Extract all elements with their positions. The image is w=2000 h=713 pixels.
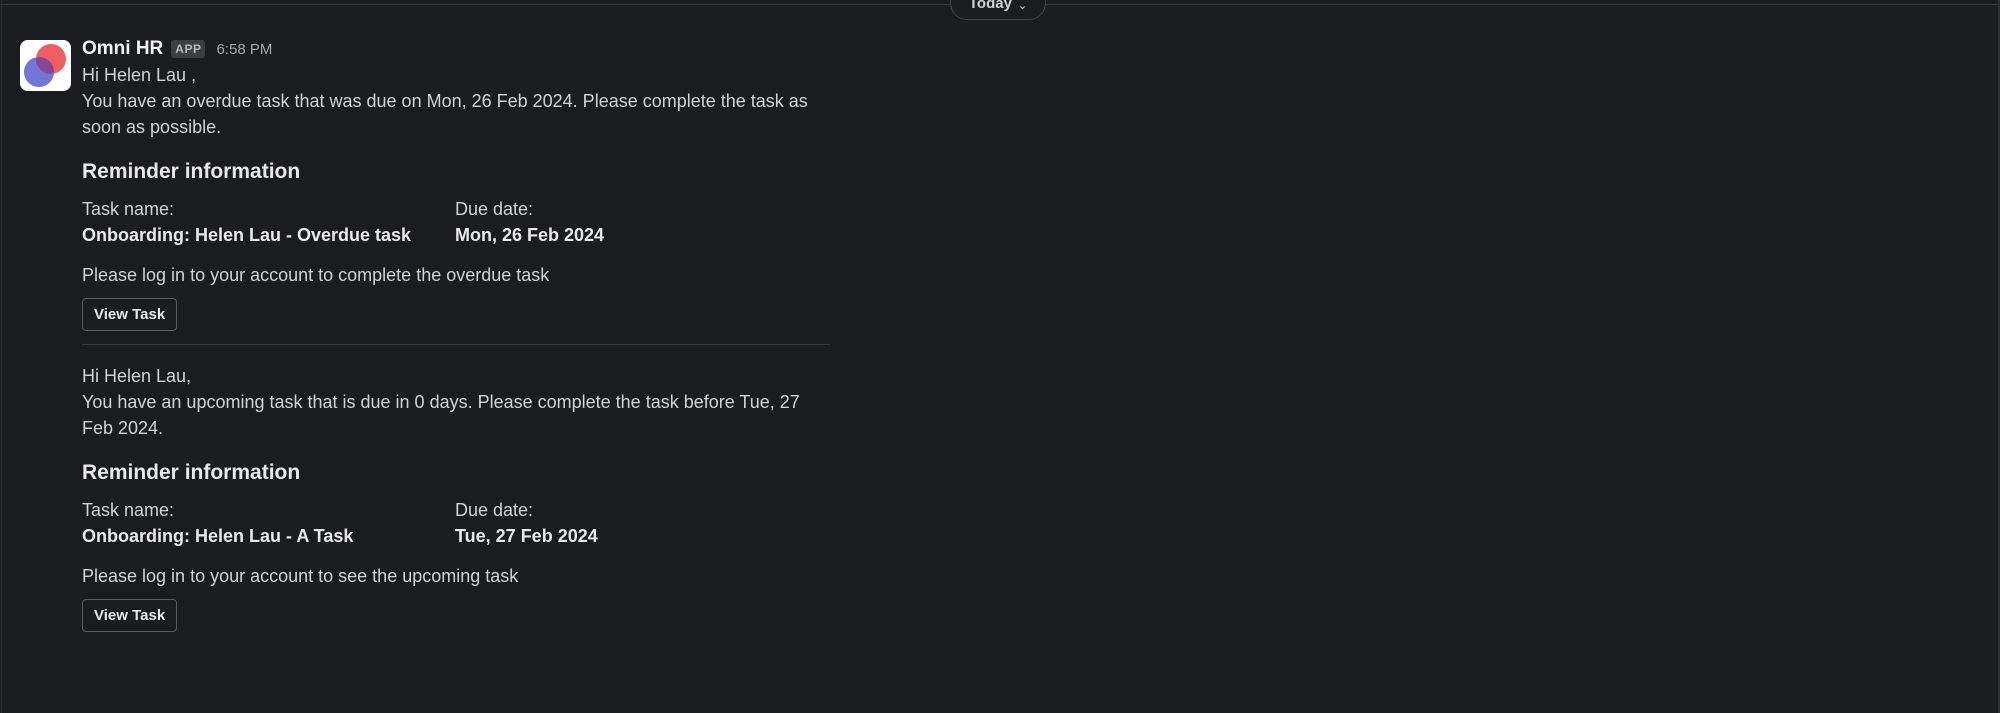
reminder-fields: Task name: Onboarding: Helen Lau - Overd… — [82, 196, 842, 250]
message-header: Omni HR APP 6:58 PM — [82, 36, 842, 62]
reminder-heading: Reminder information — [82, 461, 301, 484]
sender-name[interactable]: Omni HR — [82, 38, 163, 60]
body-text-line-2: Feb 2024. — [82, 418, 164, 438]
pane-border-left — [1, 0, 2, 713]
greeting-text: Hi Helen Lau, — [82, 366, 192, 386]
instruction-text: Please log in to your account to complet… — [82, 265, 550, 285]
task-name-label: Task name: — [82, 500, 175, 520]
task-name-value: Onboarding: Helen Lau - Overdue task — [82, 225, 412, 245]
reminder-section-upcoming: Hi Helen Lau, You have an upcoming task … — [82, 363, 842, 632]
app-avatar[interactable] — [20, 40, 71, 91]
instruction-text: Please log in to your account to see the… — [82, 566, 519, 586]
message: Omni HR APP 6:58 PM Hi Helen Lau , You h… — [82, 36, 842, 632]
task-name-field: Task name: Onboarding: Helen Lau - A Tas… — [82, 497, 353, 549]
body-text-line-1: You have an overdue task that was due on… — [82, 91, 808, 111]
due-date-field: Due date: Mon, 26 Feb 2024 — [455, 196, 604, 248]
body-text-line-2: soon as possible. — [82, 117, 222, 137]
chevron-down-icon: ⌄ — [1017, 0, 1028, 12]
app-badge: APP — [171, 40, 206, 58]
task-name-field: Task name: Onboarding: Helen Lau - Overd… — [82, 196, 411, 248]
day-divider-button[interactable]: Today ⌄ — [950, 0, 1046, 20]
message-timestamp[interactable]: 6:58 PM — [216, 41, 272, 58]
day-divider-label: Today — [968, 0, 1012, 12]
due-date-label: Due date: — [455, 500, 534, 520]
view-task-button[interactable]: View Task — [82, 599, 178, 632]
due-date-field: Due date: Tue, 27 Feb 2024 — [455, 497, 598, 549]
due-date-label: Due date: — [455, 199, 534, 219]
view-task-button[interactable]: View Task — [82, 298, 178, 331]
message-pane: Today ⌄ Omni HR APP 6:58 PM Hi Helen Lau… — [0, 0, 2000, 713]
greeting-text: Hi Helen Lau , — [82, 65, 197, 85]
body-text-line-1: You have an upcoming task that is due in… — [82, 392, 800, 412]
due-date-value: Mon, 26 Feb 2024 — [455, 225, 605, 245]
reminder-section-overdue: Hi Helen Lau , You have an overdue task … — [82, 62, 842, 345]
task-name-value: Onboarding: Helen Lau - A Task — [82, 526, 354, 546]
due-date-value: Tue, 27 Feb 2024 — [455, 526, 598, 546]
reminder-heading: Reminder information — [82, 160, 301, 183]
omni-hr-logo-icon — [20, 40, 71, 91]
task-name-label: Task name: — [82, 199, 175, 219]
reminder-fields: Task name: Onboarding: Helen Lau - A Tas… — [82, 497, 842, 551]
